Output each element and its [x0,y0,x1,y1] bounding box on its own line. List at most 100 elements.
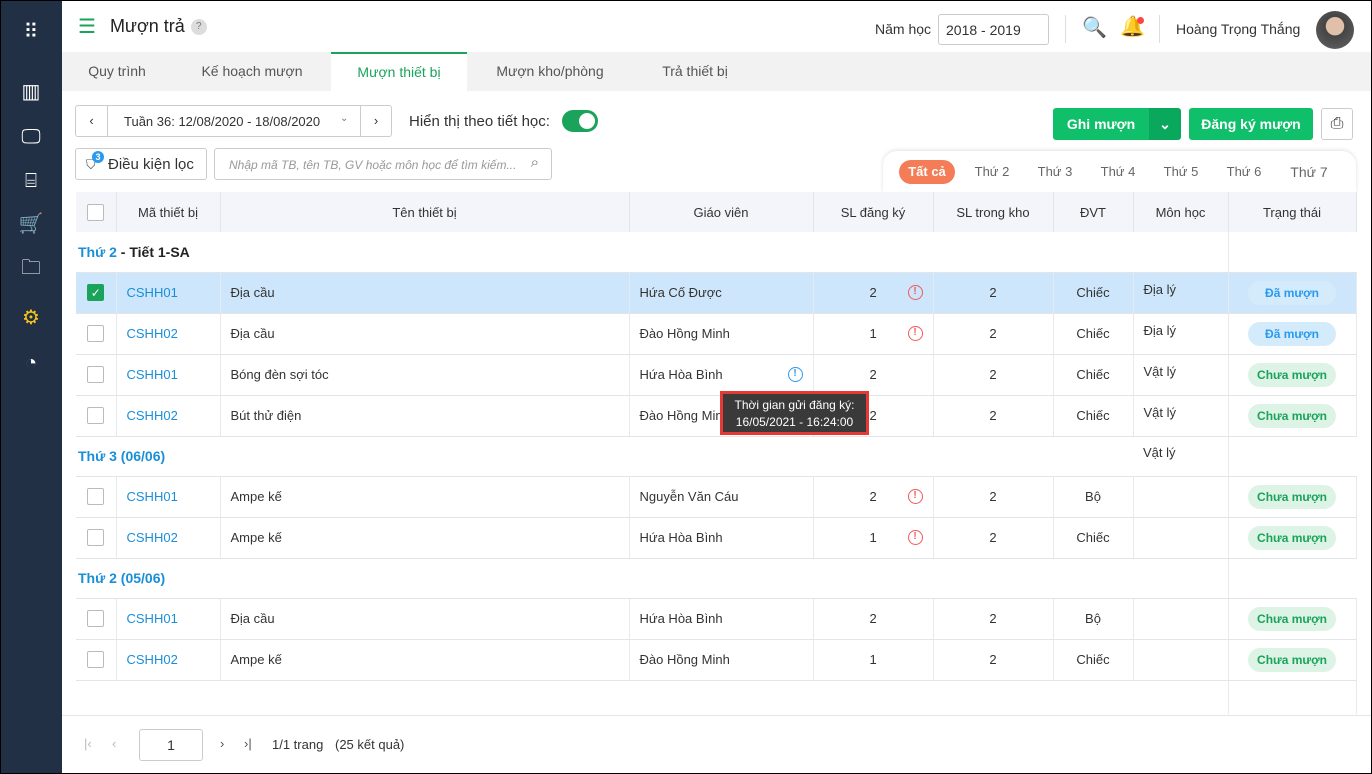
page-input[interactable]: 1 [139,729,203,761]
help-icon[interactable]: ? [190,18,207,35]
monitor-icon[interactable]: 🖵 [17,123,45,151]
row-checkbox[interactable] [87,610,105,628]
menu-icon[interactable]: ☰ [78,14,96,39]
stock-qty: 2 [933,272,1054,314]
group-day[interactable]: Thứ 2 (05/06) [78,570,165,586]
unit: Chiếc [1053,272,1134,314]
search-icon[interactable]: ⌕ [531,154,539,171]
table-row[interactable]: CSHH01 Ampe kế Nguyễn Văn Cáu 2! 2 Bộ Chưa mượ… [76,476,1357,518]
pie-chart-icon[interactable]: ◔ [17,349,45,377]
tab-tra-thiet-bi[interactable]: Trả thiết bị [633,52,757,91]
table-row[interactable]: CSHH02 Địa cầu Đào Hồng Minh 1! 2 Chiếc Địa lý… [76,313,1357,355]
row-checkbox[interactable] [87,651,105,669]
equipment-code[interactable]: CSHH01 [116,598,221,640]
first-page-button[interactable]: |‹ [84,736,92,751]
next-page-button[interactable]: › [220,736,224,751]
day-tab-thu[interactable]: Thứ 5 [1160,160,1202,184]
status-cell: Chưa mượn [1228,598,1357,640]
group-day[interactable]: Thứ 2 [78,244,117,260]
search-analytics-icon[interactable]: 🔍 [1082,15,1107,40]
equipment-code[interactable]: CSHH02 [116,313,221,355]
col-status[interactable]: Trạng thái [1228,192,1357,232]
table-row[interactable]: CSHH02 Ampe kế Hứa Hòa Bình 1! 2 Chiếc Chưa mư… [76,517,1357,559]
group-subject [1133,232,1229,273]
col-stock[interactable]: SL trong kho [933,192,1054,232]
last-page-button[interactable]: ›| [244,736,252,751]
row-checkbox[interactable] [87,529,105,547]
equipment-code[interactable]: CSHH01 [116,272,221,314]
prev-page-button[interactable]: ‹ [112,736,116,751]
select-all-checkbox[interactable] [87,203,105,221]
table-row[interactable]: CSHH02 Ampe kế Đào Hồng Minh 1 2 Chiếc Chưa mư… [76,639,1357,681]
equipment-code[interactable]: CSHH02 [116,395,221,437]
print-button[interactable]: ⎙ [1321,108,1353,140]
chevron-down-icon[interactable]: ⌄ [340,113,348,124]
warning-icon[interactable]: ! [907,530,923,545]
row-checkbox[interactable] [87,325,105,343]
col-subject[interactable]: Môn học [1133,192,1229,232]
warning-icon[interactable]: ! [907,285,923,300]
warning-icon[interactable]: ! [907,489,923,504]
user-name[interactable]: Hoàng Trọng Thắng [1176,21,1300,37]
avatar[interactable] [1316,11,1354,49]
gear-icon[interactable]: ⚙ [17,303,45,331]
equipment-code[interactable]: CSHH02 [116,639,221,681]
projector-icon[interactable]: ⌸ [17,167,45,195]
row-checkbox[interactable]: ✓ [87,284,105,302]
filter-count-badge: 3 [92,151,104,163]
group-day[interactable]: Thứ 3 (06/06) [78,448,165,464]
row-checkbox[interactable] [87,488,105,506]
row-checkbox[interactable] [87,407,105,425]
table-row[interactable]: ✓ CSHH01 Địa cầu Hứa Cố Được 2! 2 Chiếc Địa lý Đ… [76,272,1357,314]
next-week-button[interactable]: › [360,106,391,136]
info-icon[interactable]: ! [787,367,803,382]
day-tab-wed[interactable]: Thứ 4 [1097,160,1139,184]
row-checkbox[interactable] [87,366,105,384]
table-header: Mã thiết bị Tên thiết bị Giáo viên SL đă… [76,192,1357,232]
folder-icon[interactable]: 🗀 [17,256,45,284]
bar-chart-icon[interactable]: ▥ [17,77,45,105]
registered-qty-value: 2 [869,408,877,423]
cart-icon[interactable]: 🛒 [17,209,45,237]
table-row[interactable]: CSHH01 Địa cầu Hứa Hòa Bình 2 2 Bộ Chưa mượn [76,598,1357,640]
registered-qty: 2! [813,476,934,518]
borrow-button[interactable]: Ghi mượn [1053,108,1149,140]
tab-muon-kho-phong[interactable]: Mượn kho/phòng [467,52,633,91]
equipment-name: Ampe kế [220,639,630,681]
day-tab-mon[interactable]: Thứ 2 [971,160,1013,184]
apps-grid-icon[interactable]: ⠿ [17,17,45,45]
stock-qty: 2 [933,354,1054,396]
day-tab-sat[interactable]: Thứ 7 [1286,160,1332,184]
filter-button[interactable]: ⛉ 3 Điều kiện lọc [75,148,207,180]
col-name[interactable]: Tên thiết bị [220,192,630,232]
tab-quy-trinh[interactable]: Quy trình [62,52,172,91]
group-status [1228,232,1356,273]
col-code[interactable]: Mã thiết bị [116,192,221,232]
col-teacher[interactable]: Giáo viên [629,192,814,232]
col-unit[interactable]: ĐVT [1053,192,1134,232]
status-badge: Chưa mượn [1248,362,1336,387]
tab-ke-hoach-muon[interactable]: Kế hoạch mượn [172,52,332,91]
header: ☰ Mượn trả ? Năm học 2018 - 2019 🔍 🔔 Hoà… [62,1,1371,52]
register-borrow-button[interactable]: Đăng ký mượn [1189,108,1313,140]
warning-icon[interactable]: ! [907,326,923,341]
bell-icon[interactable]: 🔔 [1120,14,1145,39]
tab-muon-thiet-bi[interactable]: Mượn thiết bị [331,52,467,91]
show-by-period-toggle[interactable] [562,110,598,132]
col-registered[interactable]: SL đăng ký [813,192,934,232]
week-value[interactable]: Tuần 36: 12/08/2020 - 18/08/2020 [124,114,320,129]
equipment-code[interactable]: CSHH01 [116,354,221,396]
prev-week-button[interactable]: ‹ [76,106,108,136]
year-select[interactable]: 2018 - 2019 [938,14,1049,45]
search-input[interactable]: Nhập mã TB, tên TB, GV hoặc môn học để t… [214,148,552,180]
borrow-dropdown-button[interactable]: ⌄ [1149,108,1181,140]
day-tab-tue[interactable]: Thứ 3 [1034,160,1076,184]
equipment-code[interactable]: CSHH01 [116,476,221,518]
day-tab-fri[interactable]: Thứ 6 [1223,160,1265,184]
day-tab-all[interactable]: Tất cả [899,160,955,184]
table-row[interactable]: CSHH02 Bút thử điện Đào Hồng Minh 2 2 Chiếc Vậ… [76,395,1357,437]
equipment-name: Địa cầu [220,313,630,355]
table-row[interactable]: CSHH01 Bóng đèn sợi tóc Hứa Hòa Bình! 2 2 Chi… [76,354,1357,396]
equipment-name: Bút thử điện [220,395,630,437]
equipment-code[interactable]: CSHH02 [116,517,221,559]
